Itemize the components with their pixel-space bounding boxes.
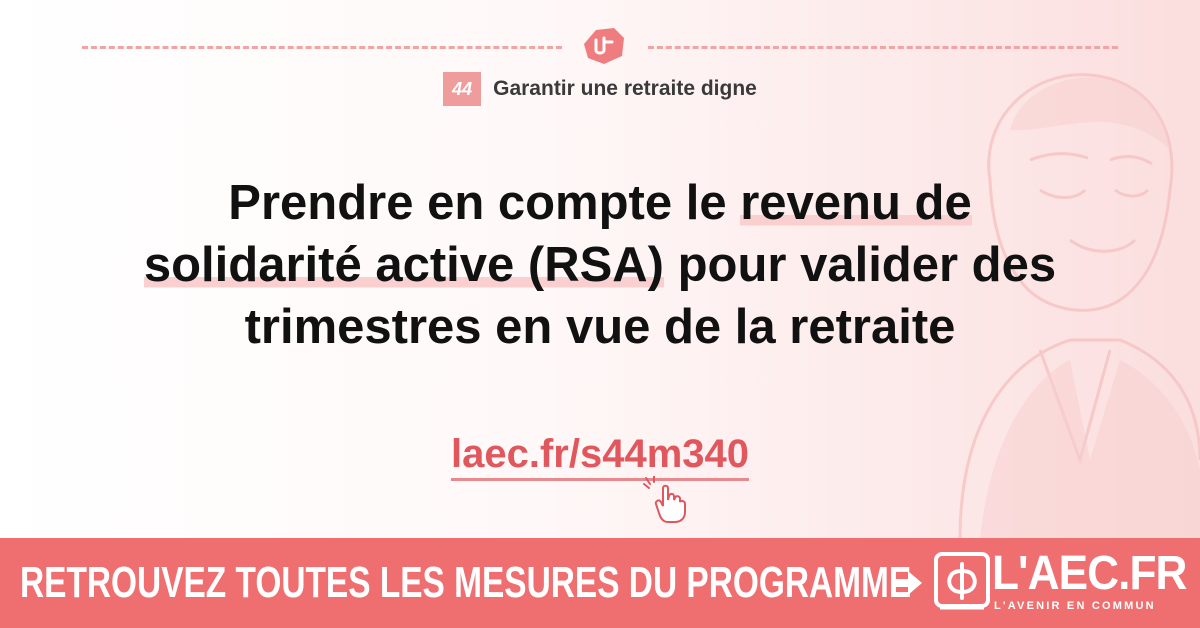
- measure-headline: Prendre en compte le revenu de solidarité…: [40, 172, 1160, 358]
- category-label: Garantir une retraite digne: [493, 77, 757, 100]
- top-divider-left: [82, 46, 562, 49]
- headline-highlight-1: revenu de: [740, 176, 972, 230]
- headline-text-1: Prendre en compte le: [228, 176, 741, 230]
- short-link[interactable]: laec.fr/s44m340: [0, 432, 1200, 481]
- measure-number-badge: 44: [443, 72, 482, 106]
- handshake-icon: [584, 28, 624, 64]
- top-divider-right: [648, 46, 1118, 49]
- arrow-right-icon: [894, 571, 922, 595]
- logo-title: L'AEC.FR: [992, 547, 1187, 600]
- phi-logo-icon: [934, 552, 990, 610]
- pointing-hand-cursor-icon: [643, 476, 686, 523]
- footer-cta[interactable]: RETROUVEZ TOUTES LES MESURES DU PROGRAMM…: [20, 558, 911, 608]
- logo-tagline: L'AVENIR EN COMMUN: [994, 600, 1156, 612]
- headline-highlight-2: solidarité active (RSA): [143, 238, 664, 292]
- category-row: 44 Garantir une retraite digne: [0, 72, 1200, 106]
- short-link-text[interactable]: laec.fr/s44m340: [450, 432, 749, 481]
- footer-banner[interactable]: RETROUVEZ TOUTES LES MESURES DU PROGRAMM…: [0, 538, 1200, 628]
